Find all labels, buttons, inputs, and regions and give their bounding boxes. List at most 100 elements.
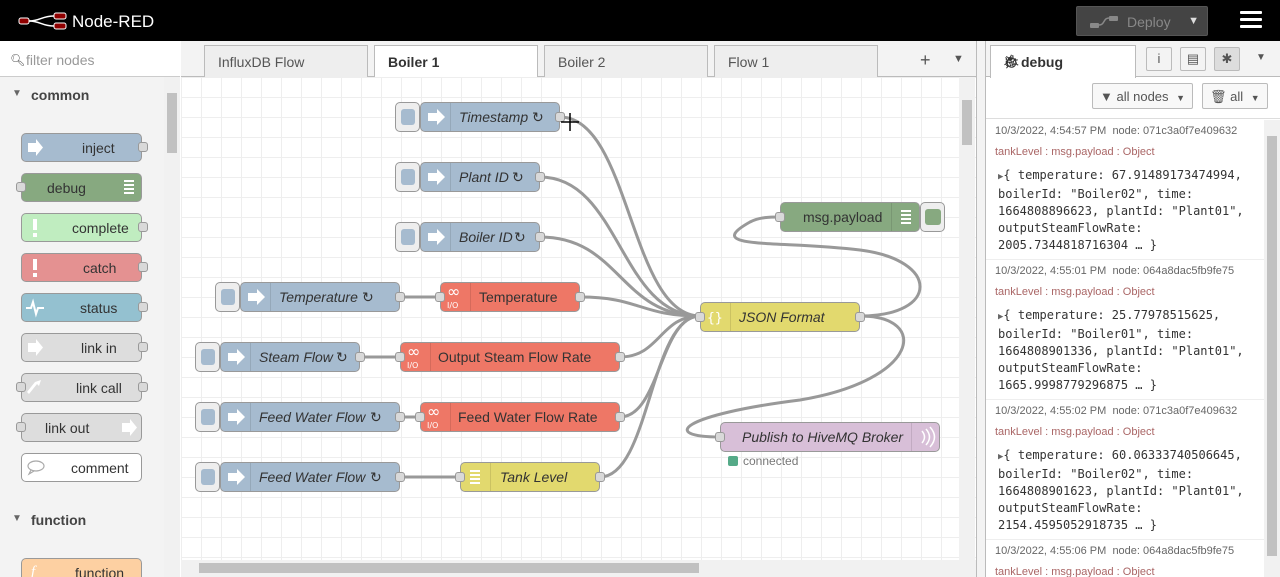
node-label: Plant ID	[459, 169, 509, 185]
palette-category-function[interactable]: ▼ function	[0, 503, 164, 537]
output-port[interactable]	[575, 292, 585, 302]
palette-scrollbar[interactable]	[164, 77, 180, 577]
message-body[interactable]: ▶{ temperature: 25.77978515625, boilerId…	[998, 307, 1244, 394]
repeat-icon: ↻	[336, 349, 348, 365]
sidebar-tab-debug[interactable]: 🐞︎ debug	[990, 45, 1136, 78]
output-port[interactable]	[395, 412, 405, 422]
inject-trigger-button[interactable]	[395, 102, 420, 132]
message-body[interactable]: ▶{ temperature: 67.91489173474994, boile…	[998, 167, 1244, 254]
debug-scrollbar[interactable]	[1264, 120, 1280, 577]
palette-node-function[interactable]: f function	[21, 558, 142, 577]
node-msg-payload[interactable]: msg.payload	[775, 202, 921, 232]
node-feed-water-flow-1[interactable]: Feed Water Flow ↻	[220, 402, 405, 432]
node-json-format[interactable]: {} JSON Format	[695, 302, 865, 332]
message-line: 1664808901623, plantId: "Plant01",	[998, 484, 1244, 498]
input-port[interactable]	[775, 212, 785, 222]
palette-category-common[interactable]: ▼ common	[0, 78, 164, 112]
info-icon[interactable]: i	[1146, 47, 1172, 71]
deploy-label: Deploy	[1127, 14, 1171, 30]
node-label: Boiler ID	[459, 229, 513, 245]
debug-list-icon	[891, 203, 921, 231]
palette-node-link-out[interactable]: link out	[16, 413, 142, 442]
scrollbar-thumb[interactable]	[199, 563, 699, 573]
message-line: 2154.4595052918735 … }	[998, 518, 1157, 532]
output-port[interactable]	[535, 172, 545, 182]
chevron-down-icon[interactable]: ▼	[1248, 47, 1274, 71]
debug-message[interactable]: 10/3/2022, 4:55:02 PM node: 071c3a0f7e40…	[986, 400, 1264, 540]
caret-down-icon: ▼	[1176, 93, 1186, 103]
node-boiler-id[interactable]: Boiler ID ↻	[420, 222, 545, 252]
clear-filter-label: all	[1230, 89, 1244, 104]
node-label: Publish to HiveMQ Broker	[742, 429, 904, 445]
output-port[interactable]	[615, 352, 625, 362]
inject-trigger-button[interactable]	[215, 282, 240, 312]
book-icon[interactable]: ▤	[1180, 47, 1206, 71]
output-port[interactable]	[395, 472, 405, 482]
sidebar-resize-handle[interactable]	[976, 41, 985, 577]
node-output-steam-flow-rate[interactable]: ∞ I/O Output Steam Flow Rate	[395, 342, 625, 372]
output-port[interactable]	[595, 472, 605, 482]
node-tank-level[interactable]: Tank Level	[455, 462, 605, 492]
palette-node-debug[interactable]: debug	[16, 173, 142, 202]
palette-node-comment[interactable]: comment	[21, 453, 142, 482]
main-menu-button[interactable]	[1240, 11, 1262, 31]
inject-trigger-button[interactable]	[195, 342, 220, 372]
message-topic: tankLevel : msg.payload : Object	[995, 146, 1155, 158]
node-feed-water-flow-rate[interactable]: ∞ I/O Feed Water Flow Rate	[415, 402, 625, 432]
palette-scrollbar-thumb[interactable]	[167, 93, 177, 153]
node-plant-id[interactable]: Plant ID ↻	[420, 162, 545, 192]
node-publish-hivemq[interactable]: Publish to HiveMQ Broker	[715, 422, 940, 452]
link-arrow-icon	[116, 414, 142, 441]
message-body[interactable]: ▶{ temperature: 60.06333740506645, boile…	[998, 447, 1244, 534]
debug-message[interactable]: 10/3/2022, 4:54:57 PM node: 071c3a0f7e40…	[986, 120, 1264, 260]
output-port[interactable]	[395, 292, 405, 302]
debug-message[interactable]: 10/3/2022, 4:55:01 PM node: 064a8dac5fb9…	[986, 260, 1264, 400]
palette-node-status[interactable]: status	[21, 293, 148, 322]
palette-filter-input[interactable]: 🔍︎ filter nodes	[0, 41, 180, 77]
inject-trigger-button[interactable]	[195, 402, 220, 432]
palette-node-catch[interactable]: catch	[21, 253, 148, 282]
palette-node-link-call[interactable]: link call	[16, 373, 148, 402]
svg-text:∞: ∞	[427, 403, 440, 421]
palette-node-link-in[interactable]: link in	[21, 333, 148, 362]
scrollbar-thumb[interactable]	[1267, 136, 1277, 556]
tab-boiler-1[interactable]: Boiler 1	[374, 45, 538, 78]
status-dot-icon	[728, 456, 738, 466]
bug-icon[interactable]: ✱	[1214, 47, 1240, 71]
output-port[interactable]	[615, 412, 625, 422]
workspace-horizontal-scrollbar[interactable]	[181, 560, 976, 577]
output-port[interactable]	[855, 312, 865, 322]
inject-trigger-button[interactable]	[395, 222, 420, 252]
input-port[interactable]	[715, 432, 725, 442]
node-steam-flow[interactable]: Steam Flow ↻	[220, 342, 365, 372]
filter-nodes-dropdown[interactable]: ▼ all nodes ▼	[1092, 83, 1194, 109]
deploy-caret-icon[interactable]: ▼	[1188, 15, 1199, 27]
palette-node-complete[interactable]: complete	[21, 213, 148, 242]
message-time: 10/3/2022, 4:55:01 PM	[995, 265, 1107, 277]
scrollbar-thumb[interactable]	[962, 100, 972, 145]
tab-menu-chevron-down-icon[interactable]: ▼	[953, 53, 964, 65]
workspace-vertical-scrollbar[interactable]	[959, 77, 975, 560]
output-port[interactable]	[355, 352, 365, 362]
svg-text:∞: ∞	[447, 283, 460, 301]
add-flow-plus-icon[interactable]: +	[920, 50, 931, 71]
filter-icon: ▼	[1100, 89, 1113, 104]
tab-influxdb-flow[interactable]: InfluxDB Flow	[204, 45, 368, 77]
pulse-icon	[22, 294, 48, 321]
node-feed-water-flow-2[interactable]: Feed Water Flow ↻	[220, 462, 405, 492]
tab-boiler-2[interactable]: Boiler 2	[544, 45, 708, 77]
tab-flow-1[interactable]: Flow 1	[714, 45, 878, 77]
node-timestamp[interactable]: Timestamp ↻	[420, 102, 565, 132]
clear-filter-dropdown[interactable]: 🗑︎ all ▼	[1202, 83, 1268, 109]
node-temperature-inject[interactable]: Temperature ↻	[240, 282, 405, 312]
palette-node-inject[interactable]: inject	[21, 133, 148, 162]
deploy-button[interactable]: Deploy ▼	[1076, 6, 1208, 36]
node-temperature-fn[interactable]: ∞ I/O Temperature	[435, 282, 585, 312]
inject-trigger-button[interactable]	[195, 462, 220, 492]
debug-toggle-button[interactable]	[920, 202, 945, 232]
menu-bar-icon	[1240, 18, 1262, 21]
inject-trigger-button[interactable]	[395, 162, 420, 192]
caret-down-icon: ▼	[1250, 93, 1260, 103]
output-port[interactable]	[535, 232, 545, 242]
debug-message[interactable]: 10/3/2022, 4:55:06 PM node: 064a8dac5fb9…	[986, 540, 1264, 577]
